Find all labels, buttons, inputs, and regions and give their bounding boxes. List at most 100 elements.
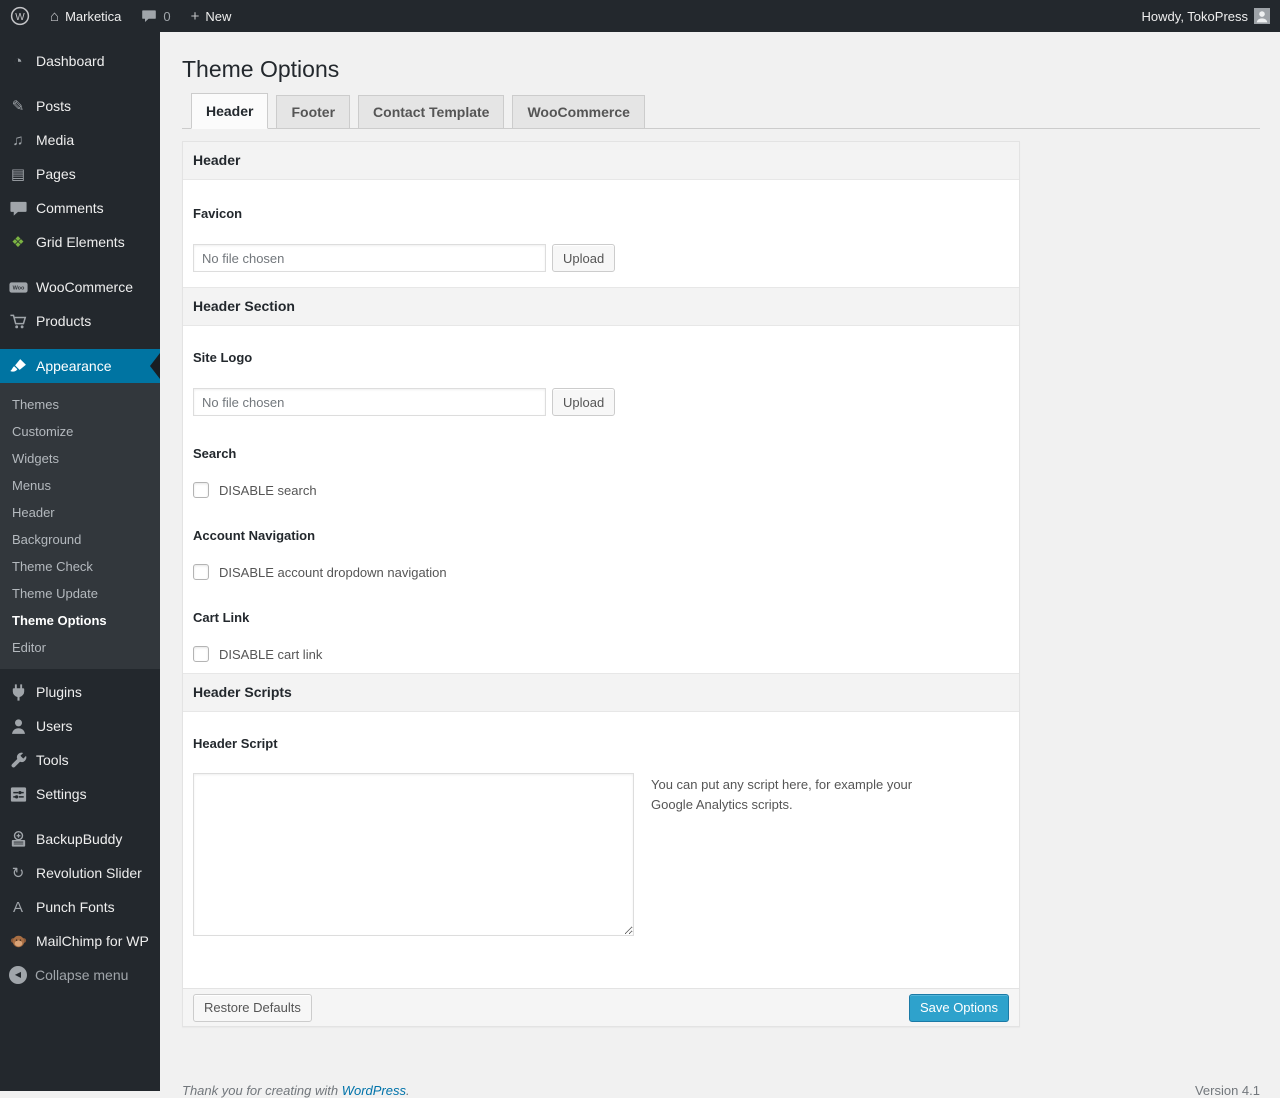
- save-options-button[interactable]: Save Options: [908, 993, 1009, 1022]
- disable-cart-link-label: DISABLE cart link: [219, 646, 323, 662]
- header-script-label: Header Script: [193, 736, 278, 751]
- svg-text:W: W: [15, 12, 25, 23]
- panel-footer-bar: Restore Defaults Save Options: [183, 988, 1019, 1026]
- sidebar-item-label: Dashboard: [36, 53, 105, 69]
- submenu-item-theme-update[interactable]: Theme Update: [0, 580, 160, 607]
- disable-search-checkbox[interactable]: [193, 482, 209, 498]
- restore-defaults-button[interactable]: Restore Defaults: [193, 993, 312, 1022]
- search-group: Search DISABLE search: [193, 446, 1009, 498]
- dashboard-icon: ◔: [13, 52, 23, 70]
- submenu-item-customize[interactable]: Customize: [0, 418, 160, 445]
- comments-menu[interactable]: 0: [131, 0, 180, 32]
- comments-icon: [8, 198, 28, 218]
- sidebar-item-backupbuddy[interactable]: BackupBuddy: [0, 822, 160, 856]
- sidebar-item-label: BackupBuddy: [36, 831, 123, 847]
- submenu-item-theme-check[interactable]: Theme Check: [0, 553, 160, 580]
- sidebar-item-users[interactable]: Users: [0, 709, 160, 743]
- account-navigation-group: Account Navigation DISABLE account dropd…: [193, 528, 1009, 580]
- header-section-block: Site Logo Upload Search DISABLE search A…: [183, 326, 1019, 673]
- section-header-section: Header Section: [183, 287, 1019, 326]
- sidebar-item-woocommerce[interactable]: Woo WooCommerce: [0, 270, 160, 304]
- cart-link-label: Cart Link: [193, 610, 250, 625]
- sidebar-item-label: Plugins: [36, 684, 82, 700]
- sidebar-item-media[interactable]: ♫ Media: [0, 123, 160, 157]
- disable-cart-link-row[interactable]: DISABLE cart link: [193, 646, 1009, 662]
- tab-bar: Header Footer Contact Template WooCommerce: [182, 93, 1260, 129]
- comment-count: 0: [163, 8, 171, 24]
- revolution-slider-icon: ↻: [11, 864, 25, 882]
- theme-options-panel: Header Favicon Upload Header Section Sit…: [182, 141, 1020, 1027]
- sidebar-item-label: Comments: [36, 200, 104, 216]
- submenu-item-background[interactable]: Background: [0, 526, 160, 553]
- disable-account-nav-label: DISABLE account dropdown navigation: [219, 564, 447, 580]
- submenu-item-menus[interactable]: Menus: [0, 472, 160, 499]
- new-menu[interactable]: + New: [181, 0, 242, 32]
- media-icon: ♫: [12, 131, 24, 149]
- wordpress-logo-menu[interactable]: W: [0, 0, 40, 32]
- tab-header[interactable]: Header: [191, 93, 269, 129]
- sidebar-item-tools[interactable]: Tools: [0, 743, 160, 777]
- site-logo-upload-button[interactable]: Upload: [552, 388, 616, 416]
- submenu-item-theme-options[interactable]: Theme Options: [0, 607, 160, 634]
- sidebar-item-label: Appearance: [36, 358, 112, 374]
- sidebar-item-mailchimp[interactable]: MailChimp for WP: [0, 924, 160, 958]
- submenu-item-header[interactable]: Header: [0, 499, 160, 526]
- settings-icon: [8, 784, 28, 804]
- sidebar-item-settings[interactable]: Settings: [0, 777, 160, 811]
- sidebar-menu-group: Woo WooCommerce Products: [0, 270, 160, 338]
- sidebar-item-pages[interactable]: ▤ Pages: [0, 157, 160, 191]
- disable-cart-link-checkbox[interactable]: [193, 646, 209, 662]
- avatar: [1254, 8, 1270, 24]
- admin-top-bar: W ⌂ Marketica 0 + New Howdy, TokoPress: [0, 0, 1280, 32]
- collapse-icon: ◀: [9, 966, 27, 984]
- submenu-item-editor[interactable]: Editor: [0, 634, 160, 661]
- sidebar-item-collapse-menu[interactable]: ◀ Collapse menu: [0, 958, 160, 992]
- sidebar-item-posts[interactable]: ✎ Posts: [0, 89, 160, 123]
- comment-bubble-icon: [141, 8, 157, 24]
- header-scripts-block: Header Script You can put any script her…: [183, 712, 1019, 988]
- sidebar-item-label: Settings: [36, 786, 87, 802]
- mailchimp-icon: [8, 931, 28, 951]
- sidebar-item-label: Grid Elements: [36, 234, 125, 250]
- site-name: Marketica: [65, 8, 122, 24]
- account-navigation-label: Account Navigation: [193, 528, 316, 543]
- tab-contact-template[interactable]: Contact Template: [358, 95, 505, 129]
- sidebar-item-label: Collapse menu: [35, 967, 129, 983]
- sidebar-item-punch-fonts[interactable]: A Punch Fonts: [0, 890, 160, 924]
- sidebar-item-label: WooCommerce: [36, 279, 133, 295]
- sidebar-item-products[interactable]: Products: [0, 304, 160, 338]
- tab-footer[interactable]: Footer: [276, 95, 351, 129]
- submenu-item-widgets[interactable]: Widgets: [0, 445, 160, 472]
- cart-link-group: Cart Link DISABLE cart link: [193, 610, 1009, 662]
- plugins-icon: [8, 682, 28, 702]
- submenu-item-themes[interactable]: Themes: [0, 391, 160, 418]
- disable-account-nav-row[interactable]: DISABLE account dropdown navigation: [193, 564, 1009, 580]
- wordpress-icon: W: [10, 6, 30, 26]
- sidebar-item-dashboard[interactable]: ◔ Dashboard: [0, 44, 160, 78]
- favicon-file-input[interactable]: [193, 244, 546, 272]
- favicon-block: Favicon Upload: [183, 180, 1019, 287]
- sidebar-item-label: Punch Fonts: [36, 899, 115, 915]
- disable-account-nav-checkbox[interactable]: [193, 564, 209, 580]
- tab-woocommerce[interactable]: WooCommerce: [512, 95, 645, 129]
- sidebar-menu-group: BackupBuddy ↻ Revolution Slider A Punch Font…: [0, 822, 160, 958]
- section-header-header: Header: [183, 142, 1019, 180]
- sidebar-item-appearance[interactable]: Appearance: [0, 349, 160, 383]
- svg-text:Woo: Woo: [12, 285, 24, 291]
- sidebar-item-grid-elements[interactable]: ❖ Grid Elements: [0, 225, 160, 259]
- favicon-upload-button[interactable]: Upload: [552, 244, 616, 272]
- section-header-scripts: Header Scripts: [183, 673, 1019, 712]
- sidebar-item-label: Revolution Slider: [36, 865, 142, 881]
- account-menu[interactable]: Howdy, TokoPress: [1132, 0, 1280, 32]
- favicon-label: Favicon: [193, 206, 243, 221]
- disable-search-row[interactable]: DISABLE search: [193, 482, 1009, 498]
- sidebar-item-label: Posts: [36, 98, 72, 114]
- sidebar-item-label: Media: [36, 132, 75, 148]
- sidebar-item-revolution-slider[interactable]: ↻ Revolution Slider: [0, 856, 160, 890]
- site-logo-file-input[interactable]: [193, 388, 546, 416]
- header-script-textarea[interactable]: [193, 773, 634, 936]
- sidebar-item-comments[interactable]: Comments: [0, 191, 160, 225]
- sidebar-item-label: Tools: [36, 752, 69, 768]
- sidebar-item-plugins[interactable]: Plugins: [0, 675, 160, 709]
- site-menu[interactable]: ⌂ Marketica: [40, 0, 131, 32]
